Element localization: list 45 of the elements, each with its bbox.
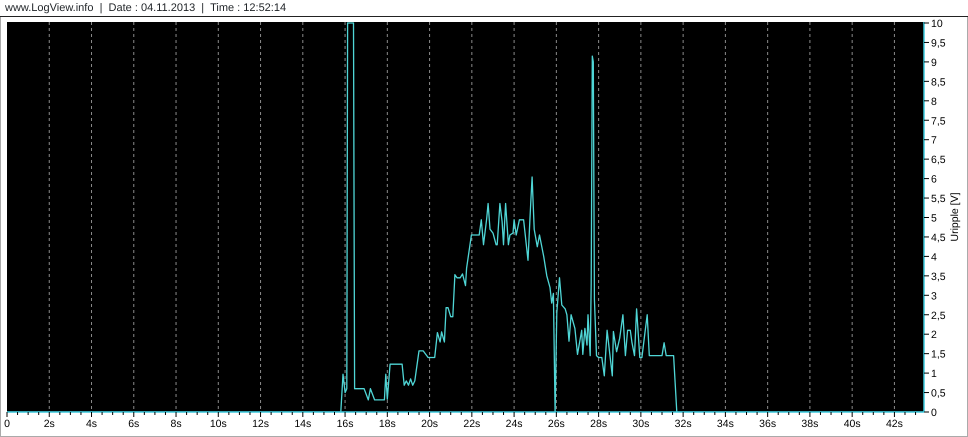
tick-label: 1 bbox=[931, 368, 937, 380]
tick-label: 14s bbox=[294, 418, 312, 430]
tick-label: 42s bbox=[886, 418, 903, 430]
tick-label: 10s bbox=[210, 418, 227, 430]
tick-label: 16s bbox=[336, 418, 354, 430]
tick-label: 34s bbox=[716, 418, 734, 430]
tick-label: 8s bbox=[170, 418, 182, 430]
tick-label: 10 bbox=[931, 18, 943, 30]
tick-label: 36s bbox=[759, 418, 776, 430]
tick-label: 6,5 bbox=[931, 154, 946, 166]
tick-label: 7 bbox=[931, 134, 937, 147]
tick-label: 3,5 bbox=[931, 270, 946, 283]
tick-label: 30s bbox=[632, 418, 650, 430]
tick-label: 5 bbox=[931, 212, 937, 224]
tick-label: 1,5 bbox=[931, 348, 946, 361]
tick-label: 26s bbox=[548, 418, 565, 430]
tick-label: 8 bbox=[931, 96, 937, 108]
tick-label: 40s bbox=[844, 418, 861, 430]
tick-label: 18s bbox=[378, 418, 396, 430]
tick-label: 22s bbox=[463, 418, 480, 430]
tick-label: 28s bbox=[590, 418, 608, 430]
tick-label: 2s bbox=[44, 418, 55, 430]
axis-title: Uripple [V] bbox=[949, 192, 961, 242]
tick-label: 6s bbox=[128, 418, 140, 430]
tick-label: 4 bbox=[931, 251, 937, 264]
tick-label: 0 bbox=[931, 407, 937, 419]
tick-label: 2 bbox=[931, 329, 937, 342]
tick-label: 5,5 bbox=[931, 193, 946, 206]
tick-label: 3 bbox=[931, 290, 937, 302]
tick-label: 6 bbox=[931, 174, 937, 186]
tick-label: 4s bbox=[86, 418, 98, 430]
tick-label: 0 bbox=[4, 418, 10, 430]
tick-label: 8,5 bbox=[931, 76, 946, 88]
tick-label: 9,5 bbox=[931, 37, 946, 50]
tick-label: 0,5 bbox=[931, 388, 946, 400]
tick-label: 4,5 bbox=[931, 232, 946, 244]
tick-label: 32s bbox=[674, 418, 692, 430]
tick-label: 7,5 bbox=[931, 115, 946, 128]
tick-label: 9 bbox=[931, 56, 937, 69]
header-info: www.LogView.info | Date : 04.11.2013 | Time : 12:52:14 bbox=[5, 1, 286, 16]
tick-label: 20s bbox=[421, 418, 438, 430]
tick-label: 12s bbox=[252, 418, 270, 430]
tick-label: 38s bbox=[801, 418, 818, 430]
tick-label: 24s bbox=[506, 418, 523, 430]
tick-label: 2,5 bbox=[931, 310, 946, 322]
